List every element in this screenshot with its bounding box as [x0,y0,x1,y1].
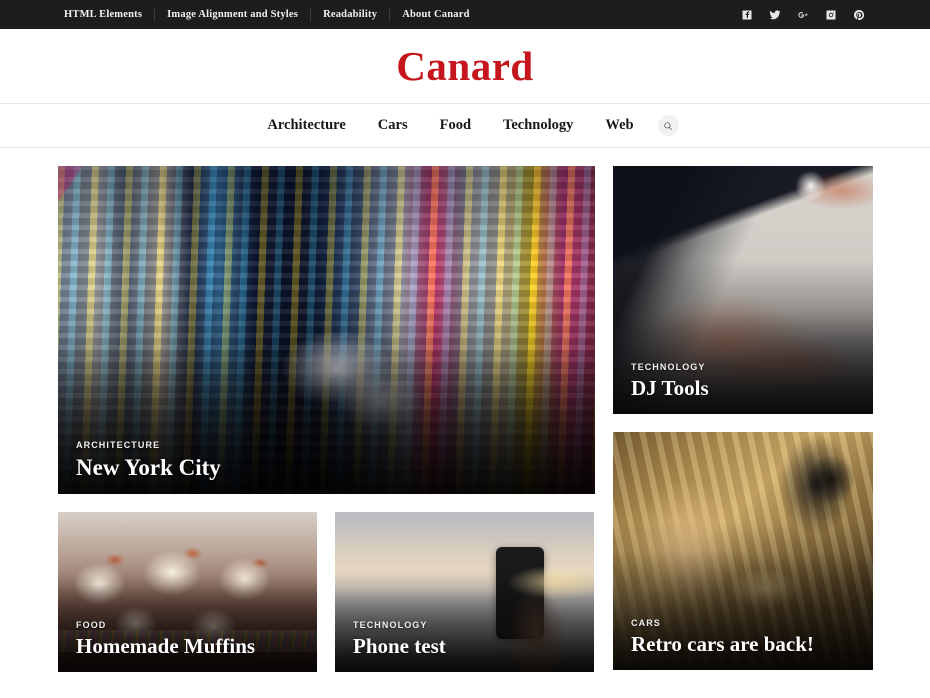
nav-item-web[interactable]: Web [589,117,649,134]
top-bar: HTML Elements Image Alignment and Styles… [0,0,930,29]
post-caption: Architecture New York City [76,440,579,480]
site-header: Canard [0,29,930,103]
post-title-homemade-muffins[interactable]: Homemade Muffins [76,634,301,658]
grid-row-top: Architecture New York City Food Homemade… [58,166,873,672]
facebook-icon[interactable] [740,8,754,22]
google-plus-icon[interactable] [796,8,810,22]
main-navigation: Architecture Cars Food Technology Web [0,103,930,148]
site-title[interactable]: Canard [396,42,533,90]
topnav-item-image-alignment-and-styles[interactable]: Image Alignment and Styles [155,7,312,22]
post-card-phone-test[interactable]: Technology Phone test [335,512,594,672]
nav-item-architecture[interactable]: Architecture [251,117,361,134]
post-card-dj-tools[interactable]: Technology DJ Tools [613,166,873,414]
search-toggle-button[interactable] [657,115,679,136]
nav-item-food[interactable]: Food [424,117,487,134]
post-grid: Architecture New York City Food Homemade… [0,148,930,672]
nav-item-cars[interactable]: Cars [362,117,424,134]
twitter-icon[interactable] [768,8,782,22]
nav-item-technology[interactable]: Technology [487,117,589,134]
social-links [740,8,916,22]
post-caption: Technology Phone test [353,620,578,658]
post-category-cars[interactable]: Cars [631,618,857,628]
post-card-retro-cars[interactable]: Cars Retro cars are back! [613,432,873,670]
grid-column-left: Architecture New York City Food Homemade… [58,166,595,672]
topnav-item-html-elements[interactable]: HTML Elements [52,7,156,22]
post-title-new-york-city[interactable]: New York City [76,455,579,480]
grid-column-right: Technology DJ Tools Cars Retro cars are … [613,166,873,672]
post-title-phone-test[interactable]: Phone test [353,634,578,658]
post-category-food[interactable]: Food [76,620,301,630]
topnav-item-about-canard[interactable]: About Canard [390,8,481,22]
search-icon [664,121,673,130]
topnav-item-readability[interactable]: Readability [311,7,391,22]
top-navigation: HTML Elements Image Alignment and Styles… [0,0,482,29]
post-caption: Food Homemade Muffins [76,620,301,658]
post-category-technology[interactable]: Technology [353,620,578,630]
post-caption: Cars Retro cars are back! [631,618,857,656]
grid-row-bottom-left: Food Homemade Muffins Technology Phone t… [58,512,595,672]
post-title-dj-tools[interactable]: DJ Tools [631,376,857,400]
post-card-homemade-muffins[interactable]: Food Homemade Muffins [58,512,317,672]
post-title-retro-cars[interactable]: Retro cars are back! [631,632,857,656]
pinterest-icon[interactable] [852,8,866,22]
instagram-icon[interactable] [824,8,838,22]
post-caption: Technology DJ Tools [631,362,857,400]
post-category-architecture[interactable]: Architecture [76,440,579,450]
post-card-new-york-city[interactable]: Architecture New York City [58,166,595,494]
post-category-technology[interactable]: Technology [631,362,857,372]
